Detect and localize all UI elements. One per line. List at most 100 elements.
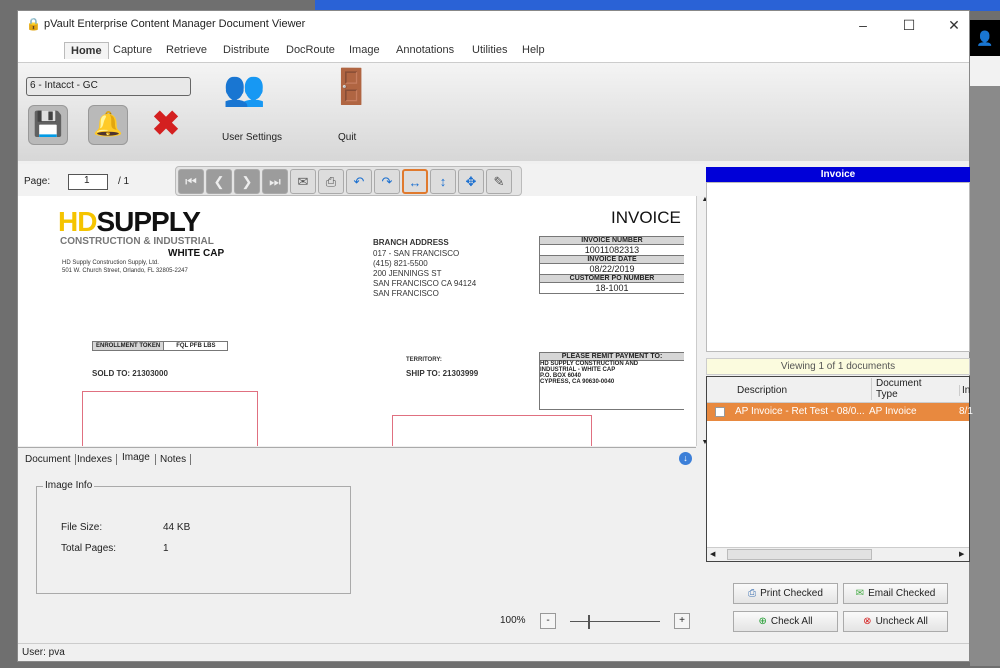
bell-icon[interactable]: 🔔 bbox=[88, 105, 128, 145]
next-page-icon[interactable]: ❯ bbox=[234, 169, 260, 194]
branch-line: (415) 821-5500 bbox=[373, 259, 428, 268]
division-text: CONSTRUCTION & INDUSTRIAL bbox=[60, 236, 214, 247]
tab-capture[interactable]: Capture bbox=[113, 44, 152, 56]
row-index: 8/1 bbox=[959, 406, 973, 417]
zoom-value: 100% bbox=[500, 615, 526, 626]
invoice-date: 08/22/2019 bbox=[540, 264, 684, 275]
tab-home[interactable]: Home bbox=[64, 42, 109, 59]
maximize-button[interactable]: ☐ bbox=[894, 15, 924, 35]
file-size-value: 44 KB bbox=[163, 522, 191, 533]
zoom-bar: 100% - + bbox=[18, 607, 696, 635]
minimize-button[interactable]: – bbox=[848, 15, 878, 35]
tab-distribute[interactable]: Distribute bbox=[223, 44, 269, 56]
document-viewer-window: 🔒 pVault Enterprise Content Manager Docu… bbox=[17, 10, 973, 662]
quit-label[interactable]: Quit bbox=[338, 132, 356, 143]
close-button[interactable]: ✕ bbox=[939, 15, 969, 35]
invoice-title: INVOICE bbox=[611, 208, 681, 227]
po-label: CUSTOMER PO NUMBER bbox=[540, 275, 684, 283]
rotate-left-icon[interactable]: ↶ bbox=[346, 169, 372, 194]
collapse-arrow-icon[interactable]: ↓ bbox=[679, 452, 692, 465]
tab-image[interactable]: Image bbox=[349, 44, 380, 56]
documents-grid: Description Document Type In AP Invoice … bbox=[706, 376, 973, 562]
row-checkbox[interactable] bbox=[715, 407, 725, 417]
image-info-group: Image Info File Size: 44 KB Total Pages:… bbox=[36, 480, 351, 594]
window-title: pVault Enterprise Content Manager Docume… bbox=[44, 18, 306, 30]
remit-box: PLEASE REMIT PAYMENT TO: HD SUPPLY CONST… bbox=[539, 352, 684, 410]
email-checked-button[interactable]: ✉ Email Checked bbox=[843, 583, 948, 604]
previous-page-icon[interactable]: ❮ bbox=[206, 169, 232, 194]
title-bar: 🔒 pVault Enterprise Content Manager Docu… bbox=[18, 11, 969, 39]
invoice-info-box: INVOICE NUMBER 10011082313 INVOICE DATE … bbox=[539, 236, 684, 294]
print-checked-button[interactable]: ⎙ Print Checked bbox=[733, 583, 838, 604]
tab-docroute[interactable]: DocRoute bbox=[286, 44, 335, 56]
branch-line: 017 - SAN FRANCISCO bbox=[373, 249, 460, 258]
save-icon[interactable]: 💾 bbox=[28, 105, 68, 145]
scroll-thumb[interactable] bbox=[727, 549, 872, 560]
page-label: Page: bbox=[24, 176, 51, 187]
page-total: / 1 bbox=[118, 176, 130, 187]
column-description[interactable]: Description bbox=[737, 385, 787, 396]
tab-image-info[interactable]: Image bbox=[118, 452, 154, 463]
enrollment-label: ENROLLMENT TOKEN bbox=[93, 342, 165, 350]
ship-to: SHIP TO: 21303999 bbox=[406, 369, 479, 378]
preview-area bbox=[706, 182, 970, 352]
branch-line: SAN FRANCISCO bbox=[373, 289, 439, 298]
company-line: 501 W. Church Street, Orlando, FL 32805-… bbox=[62, 268, 188, 274]
scroll-right-icon[interactable]: ▶ bbox=[959, 550, 964, 558]
tab-annotations[interactable]: Annotations bbox=[396, 44, 454, 56]
territory: TERRITORY: bbox=[406, 357, 442, 363]
document-list-panel: Invoice Viewing 1 of 1 documents Descrip… bbox=[706, 164, 973, 562]
document-type-header: Invoice bbox=[706, 167, 970, 182]
grid-header: Description Document Type In bbox=[707, 377, 970, 403]
branch-label: BRANCH ADDRESS bbox=[373, 238, 449, 247]
page-input[interactable]: 1 bbox=[68, 174, 108, 190]
tab-help[interactable]: Help bbox=[522, 44, 545, 56]
zoom-in-button[interactable]: + bbox=[674, 613, 690, 629]
remit-label: PLEASE REMIT PAYMENT TO: bbox=[540, 353, 684, 361]
profile-combo[interactable]: 6 - Intacct - GC bbox=[26, 77, 191, 96]
enrollment-token: ENROLLMENT TOKEN FQL PFB LBS bbox=[92, 341, 229, 351]
table-row[interactable]: AP Invoice - Ret Test - 08/0... AP Invoi… bbox=[707, 403, 973, 421]
first-page-icon[interactable]: ⏮ bbox=[178, 169, 204, 194]
menu-bar: Home Capture Retrieve Distribute DocRout… bbox=[18, 39, 969, 63]
company-line: HD Supply Construction Supply, Ltd. bbox=[62, 260, 159, 266]
print-icon[interactable]: ⎙ bbox=[318, 169, 344, 194]
document-image: HDSUPPLY CONSTRUCTION & INDUSTRIAL WHITE… bbox=[18, 196, 696, 446]
annotate-icon[interactable]: ✎ bbox=[486, 169, 512, 194]
tab-document[interactable]: Document bbox=[21, 454, 76, 465]
tab-retrieve[interactable]: Retrieve bbox=[166, 44, 207, 56]
fit-width-icon[interactable]: ↔ bbox=[402, 169, 428, 194]
horizontal-scrollbar[interactable]: ◀ ▶ bbox=[707, 547, 969, 561]
check-all-button[interactable]: ⊕ Check All bbox=[733, 611, 838, 632]
brand-text: WHITE CAP bbox=[168, 248, 225, 259]
zoom-slider[interactable] bbox=[570, 621, 660, 622]
tab-notes[interactable]: Notes bbox=[155, 454, 192, 465]
tab-indexes[interactable]: Indexes bbox=[73, 454, 118, 465]
zoom-out-button[interactable]: - bbox=[540, 613, 556, 629]
fit-page-icon[interactable]: ✥ bbox=[458, 169, 484, 194]
uncheck-all-button[interactable]: ⊗ Uncheck All bbox=[843, 611, 948, 632]
remit-line: CYPRESS, CA 90630-0040 bbox=[540, 379, 615, 385]
last-page-icon[interactable]: ⏭ bbox=[262, 169, 288, 194]
row-type: AP Invoice bbox=[869, 406, 917, 417]
printer-icon: ⎙ bbox=[748, 588, 757, 599]
column-document-type[interactable]: Document Type bbox=[871, 378, 931, 400]
zoom-slider-thumb[interactable] bbox=[588, 615, 590, 629]
user-icon: 👤 bbox=[970, 20, 1000, 56]
branch-line: 200 JENNINGS ST bbox=[373, 269, 442, 278]
rotate-right-icon[interactable]: ↷ bbox=[374, 169, 400, 194]
viewing-count: Viewing 1 of 1 documents bbox=[706, 358, 970, 375]
user-settings-label[interactable]: User Settings bbox=[222, 132, 282, 143]
fit-height-icon[interactable]: ↕ bbox=[430, 169, 456, 194]
email-icon: ✉ bbox=[855, 588, 865, 599]
background-app bbox=[970, 56, 1000, 86]
enrollment-value: FQL PFB LBS bbox=[176, 343, 216, 349]
tab-utilities[interactable]: Utilities bbox=[472, 44, 507, 56]
column-index[interactable]: In bbox=[959, 385, 970, 396]
user-settings-icon[interactable]: 👥 bbox=[223, 69, 265, 109]
file-size-label: File Size: bbox=[61, 522, 103, 533]
scroll-left-icon[interactable]: ◀ bbox=[710, 550, 715, 558]
quit-door-icon[interactable]: 🚪 bbox=[330, 67, 372, 107]
email-icon[interactable]: ✉ bbox=[290, 169, 316, 194]
cancel-icon[interactable]: ✖ bbox=[146, 105, 186, 145]
